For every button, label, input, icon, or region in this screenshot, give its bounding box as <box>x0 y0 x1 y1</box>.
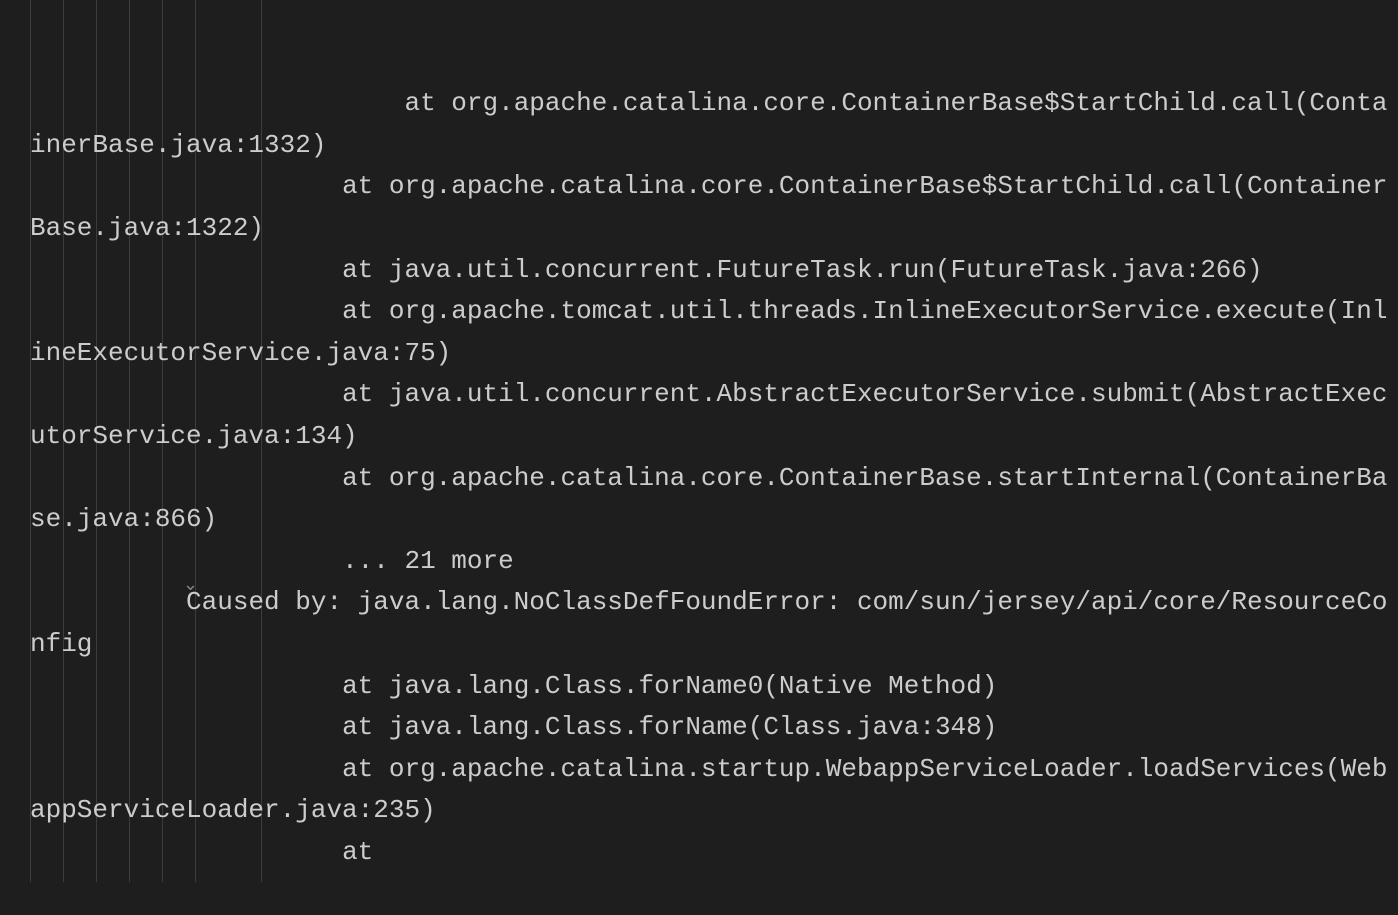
editor-container: ⌄ at org.apache.catalina.core.ContainerB… <box>0 0 1398 882</box>
stack-trace-text: at org.apache.catalina.core.ContainerBas… <box>30 88 1387 867</box>
code-area[interactable]: ⌄ at org.apache.catalina.core.ContainerB… <box>30 0 1398 882</box>
fold-caret-icon[interactable]: ⌄ <box>183 572 198 601</box>
editor-gutter <box>0 0 30 882</box>
